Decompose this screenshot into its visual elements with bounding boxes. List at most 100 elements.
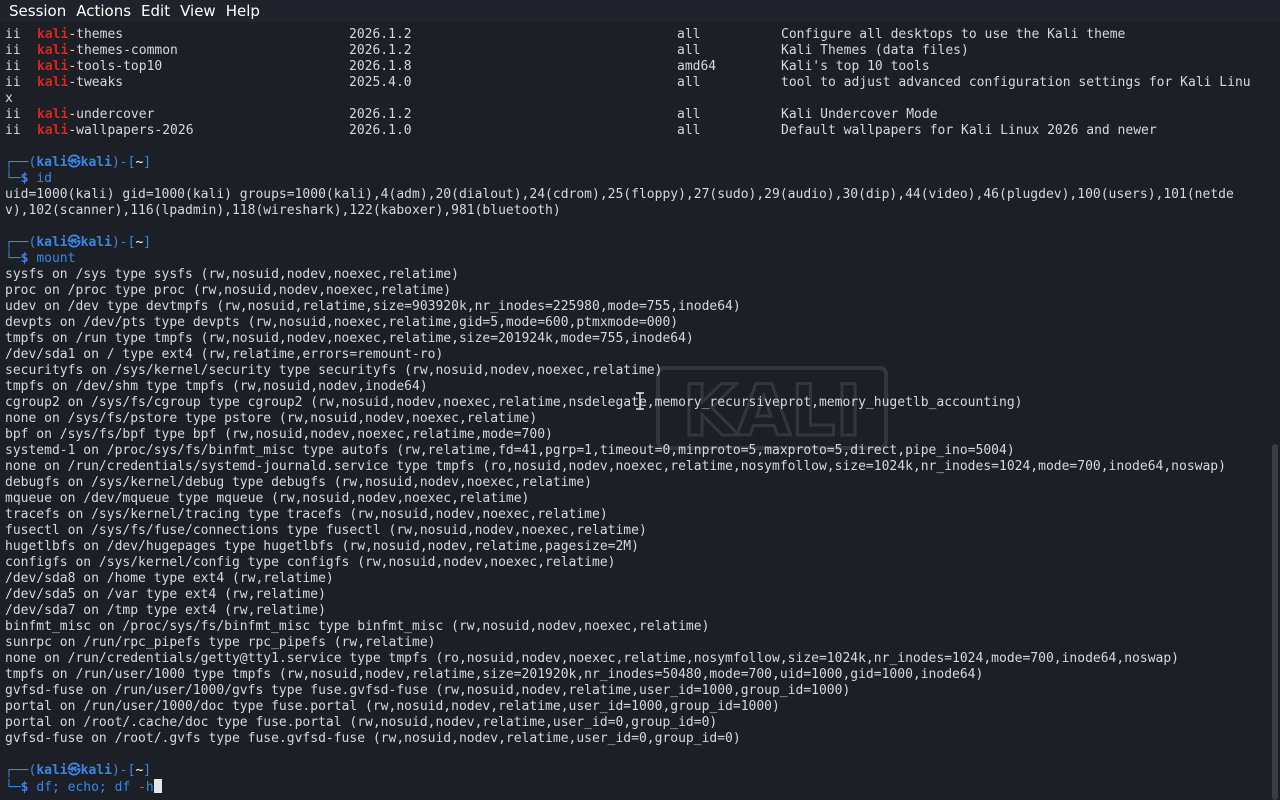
output-text: configfs on /sys/kernel/config type conf… <box>5 555 616 570</box>
output-text: devpts on /dev/pts type devpts (rw,nosui… <box>5 315 679 330</box>
id-output-line: v),102(scanner),116(lpadmin),118(wiresha… <box>5 203 561 219</box>
output-text: /dev/sda7 on /tmp type ext4 (rw,relatime… <box>5 603 326 618</box>
prompt-line-command: └─$ id <box>5 171 52 187</box>
mount-output-line: /dev/sda7 on /tmp type ext4 (rw,relatime… <box>5 603 326 619</box>
menu-bar: Session Actions Edit View Help <box>0 0 1280 22</box>
prompt-line-top: ┌──(kali㉿kali)-[~] <box>5 235 151 251</box>
prompt-at-symbol: ㉿ <box>67 763 81 778</box>
text-cursor-icon <box>636 392 644 410</box>
mount-output-line: systemd-1 on /proc/sys/fs/binfmt_misc ty… <box>5 443 1015 459</box>
prompt-corner: ┌──( <box>5 235 37 250</box>
mount-output-line: sunrpc on /run/rpc_pipefs type rpc_pipef… <box>5 635 435 651</box>
package-arch: all <box>677 75 701 90</box>
menu-help[interactable]: Help <box>221 0 265 22</box>
output-text: v),102(scanner),116(lpadmin),118(wiresha… <box>5 203 561 218</box>
prompt-user: kali <box>36 155 68 170</box>
package-name-prefix: kali <box>37 43 69 58</box>
prompt-host: kali <box>80 155 112 170</box>
text-cursor <box>153 779 162 793</box>
prompt-bracket: ] <box>143 763 152 778</box>
package-name: kali-themes-common <box>37 43 178 59</box>
package-description: Default wallpapers for Kali Linux 2026 a… <box>781 123 1157 138</box>
prompt-at-symbol: ㉿ <box>67 235 81 250</box>
menu-edit[interactable]: Edit <box>136 0 175 22</box>
output-text: /dev/sda1 on / type ext4 (rw,relatime,er… <box>5 347 444 362</box>
package-name-prefix: kali <box>37 107 69 122</box>
prompt-line-command: └─$ df; echo; df -h <box>5 779 162 795</box>
package-status: ii <box>5 59 21 74</box>
prompt-bracket: ] <box>143 155 152 170</box>
command-text: mount <box>36 251 76 266</box>
mount-output-line: bpf on /sys/fs/bpf type bpf (rw,nosuid,n… <box>5 427 553 443</box>
output-text: /dev/sda8 on /home type ext4 (rw,relatim… <box>5 571 334 586</box>
package-description: tool to adjust advanced configuration se… <box>781 75 1251 90</box>
mount-output-line: none on /run/credentials/systemd-journal… <box>5 459 1226 475</box>
output-text: portal on /root/.cache/doc type fuse.por… <box>5 715 718 730</box>
package-arch: all <box>677 27 701 42</box>
output-text: mqueue on /dev/mqueue type mqueue (rw,no… <box>5 491 530 506</box>
menu-session[interactable]: Session <box>0 0 71 22</box>
output-text: gvfsd-fuse on /run/user/1000/gvfs type f… <box>5 683 851 698</box>
output-text: /dev/sda5 on /var type ext4 (rw,relatime… <box>5 587 326 602</box>
output-text: binfmt_misc on /proc/sys/fs/binfmt_misc … <box>5 619 710 634</box>
package-name-prefix: kali <box>37 27 69 42</box>
package-arch: all <box>677 107 701 122</box>
output-text: none on /run/credentials/getty@tty1.serv… <box>5 651 1179 666</box>
mount-output-line: debugfs on /sys/kernel/debug type debugf… <box>5 475 592 491</box>
package-version: 2025.4.0 <box>349 75 412 90</box>
terminal-output[interactable]: ii kali-themes 2026.1.2 all Configure all de… <box>0 27 1268 800</box>
id-output-line: uid=1000(kali) gid=1000(kali) groups=100… <box>5 187 1234 203</box>
package-version: 2026.1.8 <box>349 59 412 74</box>
prompt-user: kali <box>36 235 68 250</box>
mount-output-line: devpts on /dev/pts type devpts (rw,nosui… <box>5 315 678 331</box>
output-text: cgroup2 on /sys/fs/cgroup type cgroup2 (… <box>5 395 1023 410</box>
prompt-separator: )-[ <box>111 155 136 170</box>
mount-output-line: tmpfs on /dev/shm type tmpfs (rw,nosuid,… <box>5 379 428 395</box>
output-text: none on /sys/fs/pstore type pstore (rw,n… <box>5 411 538 426</box>
package-name-suffix: -undercover <box>68 107 155 122</box>
output-text: tracefs on /sys/kernel/tracing type trac… <box>5 507 608 522</box>
prompt-line-top: ┌──(kali㉿kali)-[~] <box>5 763 151 779</box>
mount-output-line: portal on /root/.cache/doc type fuse.por… <box>5 715 717 731</box>
prompt-corner-bottom: └─ <box>5 251 21 266</box>
output-text: systemd-1 on /proc/sys/fs/binfmt_misc ty… <box>5 443 1015 458</box>
output-text: bpf on /sys/fs/bpf type bpf (rw,nosuid,n… <box>5 427 553 442</box>
package-name-suffix: -tweaks <box>68 75 124 90</box>
prompt-corner-bottom: └─ <box>5 780 21 795</box>
package-arch: all <box>677 123 701 138</box>
output-text: fusectl on /sys/fs/fuse/connections type… <box>5 523 647 538</box>
output-text: tmpfs on /run/user/1000 type tmpfs (rw,n… <box>5 667 984 682</box>
mount-output-line: tmpfs on /run/user/1000 type tmpfs (rw,n… <box>5 667 983 683</box>
prompt-corner-bottom: └─ <box>5 171 21 186</box>
mount-output-line: /dev/sda1 on / type ext4 (rw,relatime,er… <box>5 347 443 363</box>
package-version: 2026.1.2 <box>349 27 412 42</box>
package-description: Kali Themes (data files) <box>781 43 969 58</box>
package-name-suffix: -tools-top10 <box>68 59 163 74</box>
package-name-suffix: -wallpapers-2026 <box>68 123 194 138</box>
package-name-prefix: kali <box>37 123 69 138</box>
package-row-wrap: x <box>5 91 13 107</box>
package-status: ii <box>5 123 21 138</box>
prompt-corner: ┌──( <box>5 763 37 778</box>
mount-output-line: udev on /dev type devtmpfs (rw,nosuid,re… <box>5 299 741 315</box>
package-description-wrap: x <box>5 91 13 106</box>
mount-output-line: tmpfs on /run type tmpfs (rw,nosuid,node… <box>5 331 694 347</box>
scrollbar-thumb[interactable] <box>1272 444 1278 800</box>
mount-output-line: /dev/sda5 on /var type ext4 (rw,relatime… <box>5 587 326 603</box>
mount-output-line: none on /sys/fs/pstore type pstore (rw,n… <box>5 411 537 427</box>
menu-view[interactable]: View <box>175 0 221 22</box>
output-text: uid=1000(kali) gid=1000(kali) groups=100… <box>5 187 1234 202</box>
output-text: portal on /run/user/1000/doc type fuse.p… <box>5 699 780 714</box>
command-text: df; echo; df -h <box>36 780 154 795</box>
prompt-host: kali <box>80 763 112 778</box>
output-text: sysfs on /sys type sysfs (rw,nosuid,node… <box>5 267 459 282</box>
menu-actions[interactable]: Actions <box>71 0 136 22</box>
output-text: securityfs on /sys/kernel/security type … <box>5 363 663 378</box>
mount-output-line: none on /run/credentials/getty@tty1.serv… <box>5 651 1179 667</box>
package-description: Kali's top 10 tools <box>781 59 930 74</box>
mount-output-line: fusectl on /sys/fs/fuse/connections type… <box>5 523 647 539</box>
prompt-separator: )-[ <box>111 235 136 250</box>
mount-output-line: sysfs on /sys type sysfs (rw,nosuid,node… <box>5 267 459 283</box>
mount-output-line: securityfs on /sys/kernel/security type … <box>5 363 662 379</box>
prompt-line-command: └─$ mount <box>5 251 75 267</box>
